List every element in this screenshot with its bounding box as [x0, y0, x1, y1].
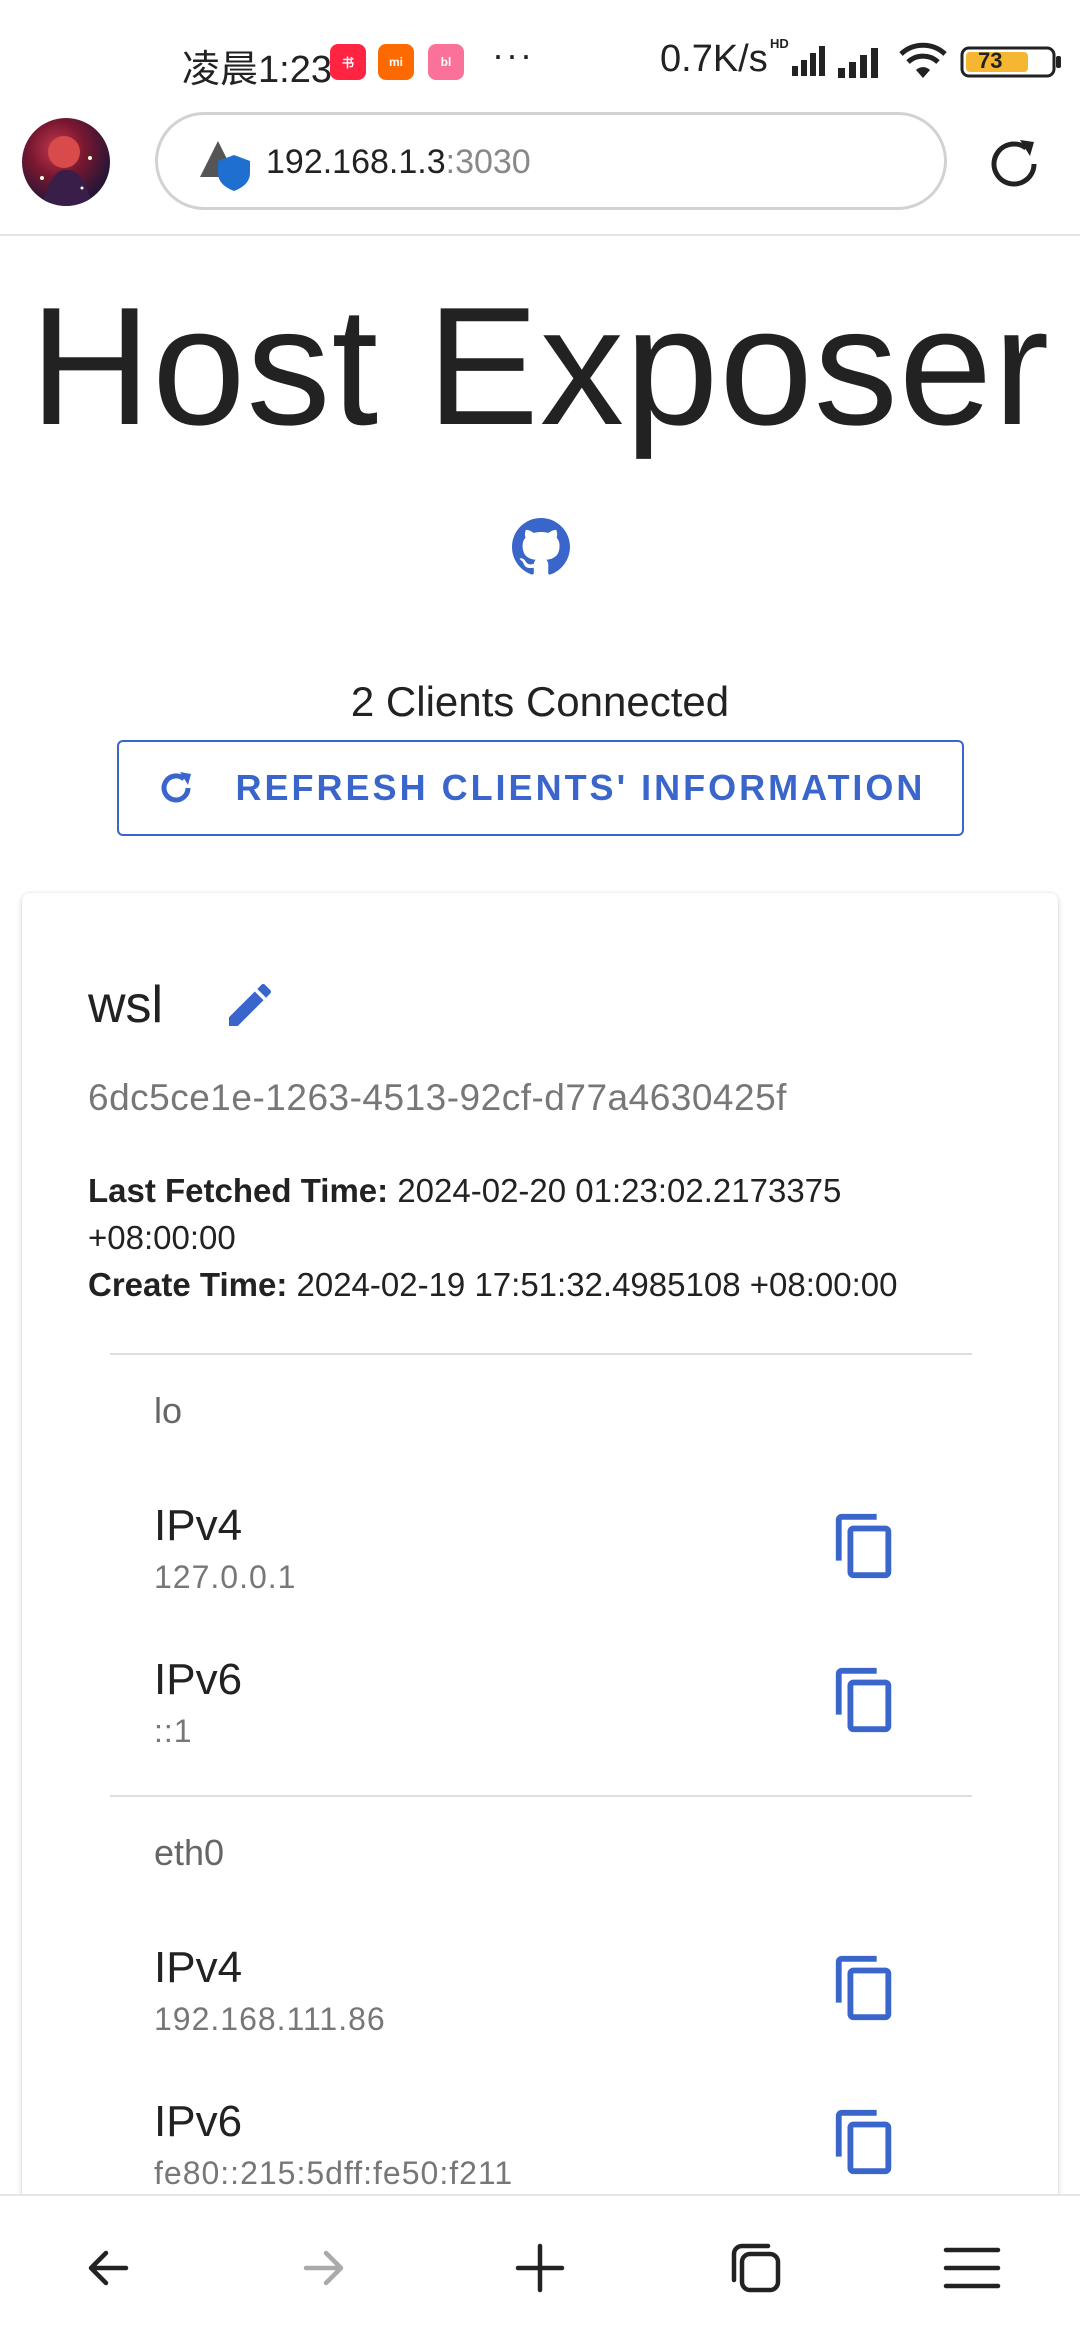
url-text[interactable]: 192.168.1.3:3030: [266, 143, 531, 182]
page-title: Host Exposer: [29, 272, 1051, 460]
status-bar: 凌晨1:23 书 mi bl ··· 0.7K/s HD 73: [0, 0, 1080, 112]
copy-icon[interactable]: [830, 1953, 900, 2023]
shield-warning-icon[interactable]: [196, 137, 252, 193]
ip-type-label: IPv6: [154, 1655, 243, 1704]
ip-address: 127.0.0.1: [154, 1559, 297, 1595]
forward-button[interactable]: [292, 2236, 356, 2300]
last-fetched-timezone: +08:00:00: [88, 1219, 236, 1256]
copy-icon[interactable]: [830, 2107, 900, 2177]
address-bar[interactable]: 192.168.1.3:3030: [155, 112, 947, 210]
browser-toolbar: 192.168.1.3:3030: [0, 112, 1080, 236]
create-time-label: Create Time:: [88, 1266, 288, 1303]
copy-icon[interactable]: [830, 1665, 900, 1735]
last-fetched-time: Last Fetched Time: 2024-02-20 01:23:02.2…: [88, 1167, 988, 1261]
ip-address: fe80::215:5dff:fe50:f211: [154, 2155, 514, 2191]
menu-button[interactable]: [940, 2236, 1004, 2300]
client-name: wsl: [88, 976, 164, 1034]
ip-address: 192.168.111.86: [154, 2001, 386, 2037]
bottom-navigation: [0, 2194, 1080, 2340]
reload-icon[interactable]: [982, 132, 1046, 196]
client-id: 6dc5ce1e-1263-4513-92cf-d77a4630425f: [88, 1077, 787, 1118]
back-button[interactable]: [76, 2236, 140, 2300]
client-card: wsl 6dc5ce1e-1263-4513-92cf-d77a4630425f…: [22, 893, 1058, 2340]
battery-icon: [960, 46, 1061, 78]
svg-text:HD: HD: [770, 36, 789, 51]
refresh-clients-button[interactable]: REFRESH CLIENTS' INFORMATION: [117, 740, 964, 836]
ip-type-label: IPv6: [154, 2097, 243, 2146]
refresh-icon: [156, 768, 196, 808]
last-fetched-value: 2024-02-20 01:23:02.2173375: [397, 1172, 842, 1209]
battery-level: 73: [978, 48, 1003, 73]
create-time-value: 2024-02-19 17:51:32.4985108 +08:00:00: [296, 1266, 898, 1303]
status-more-icon: ···: [492, 34, 534, 75]
divider: [110, 1795, 972, 1797]
github-icon[interactable]: [512, 518, 570, 576]
copy-icon[interactable]: [830, 1511, 900, 1581]
back-icon: [88, 2250, 129, 2286]
xiaohongshu-icon: 书: [330, 44, 366, 80]
url-port: :3030: [445, 143, 531, 181]
ip-address: ::1: [154, 1713, 193, 1749]
interface-name: eth0: [154, 1832, 225, 1873]
new-tab-button[interactable]: [508, 2236, 572, 2300]
tabs-icon: [731, 2243, 781, 2293]
ip-type-label: IPv4: [154, 1943, 243, 1992]
bilibili-icon: bl: [428, 44, 464, 80]
refresh-clients-label: REFRESH CLIENTS' INFORMATION: [235, 767, 926, 808]
mi-store-icon: mi: [378, 44, 414, 80]
url-host: 192.168.1.3: [266, 143, 446, 181]
new-tab-icon: [515, 2243, 565, 2293]
last-fetched-label: Last Fetched Time:: [88, 1172, 389, 1209]
interface-name: lo: [154, 1390, 183, 1431]
tabs-button[interactable]: [724, 2236, 788, 2300]
forward-icon: [303, 2250, 344, 2286]
net-speed: 0.7K/s: [660, 38, 768, 80]
signal-icon: [838, 48, 878, 78]
status-time: 凌晨1:23: [182, 49, 332, 91]
ip-type-label: IPv4: [154, 1501, 243, 1550]
edit-icon[interactable]: [222, 977, 278, 1033]
create-time: Create Time: 2024-02-19 17:51:32.4985108…: [88, 1261, 988, 1308]
wifi-icon: [899, 42, 947, 78]
divider: [110, 1353, 972, 1355]
menu-icon: [943, 2247, 1001, 2289]
clients-count: 2 Clients Connected: [350, 678, 730, 725]
signal-hd-icon: HD: [770, 36, 825, 76]
avatar[interactable]: [22, 118, 110, 206]
